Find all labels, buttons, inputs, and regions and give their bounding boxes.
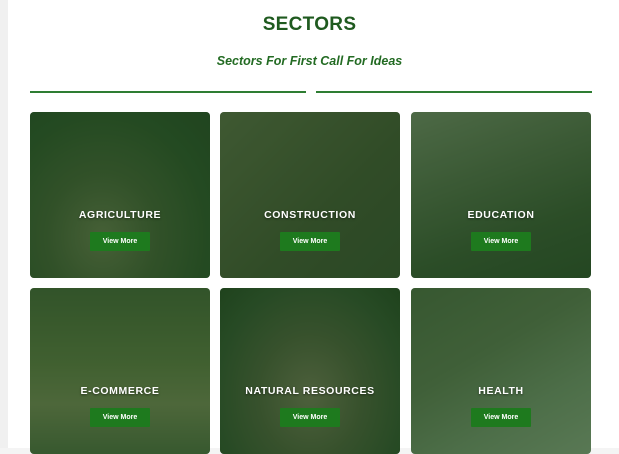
page-subtitle: Sectors For First Call For Ideas	[216, 54, 403, 68]
sector-card-agriculture[interactable]: AGRICULTURE View More	[30, 112, 210, 278]
sector-name: AGRICULTURE	[78, 209, 162, 221]
sector-name: CONSTRUCTION	[264, 209, 356, 221]
divider-left	[30, 91, 306, 93]
sectors-page: SECTORS Sectors For First Call For Ideas…	[0, 0, 619, 454]
sector-card-e-commerce[interactable]: E-COMMERCE View More	[30, 288, 210, 454]
view-more-button[interactable]: View More	[90, 232, 150, 251]
sector-card-health[interactable]: HEALTH View More	[411, 288, 591, 454]
view-more-button[interactable]: View More	[471, 232, 531, 251]
view-more-button[interactable]: View More	[280, 408, 340, 427]
sector-card-construction[interactable]: CONSTRUCTION View More	[220, 112, 400, 278]
divider-right	[316, 91, 592, 93]
view-more-button[interactable]: View More	[90, 408, 150, 427]
page-title: SECTORS	[262, 14, 357, 35]
sector-name: EDUCATION	[467, 209, 535, 221]
sector-card-natural-resources[interactable]: NATURAL RESOURCES View More	[220, 288, 400, 454]
view-more-button[interactable]: View More	[280, 232, 340, 251]
view-more-button[interactable]: View More	[471, 408, 531, 427]
sector-card-education[interactable]: EDUCATION View More	[411, 112, 591, 278]
sector-name: HEALTH	[478, 385, 524, 397]
sector-name: E-COMMERCE	[80, 385, 160, 397]
sector-name: NATURAL RESOURCES	[245, 385, 375, 397]
